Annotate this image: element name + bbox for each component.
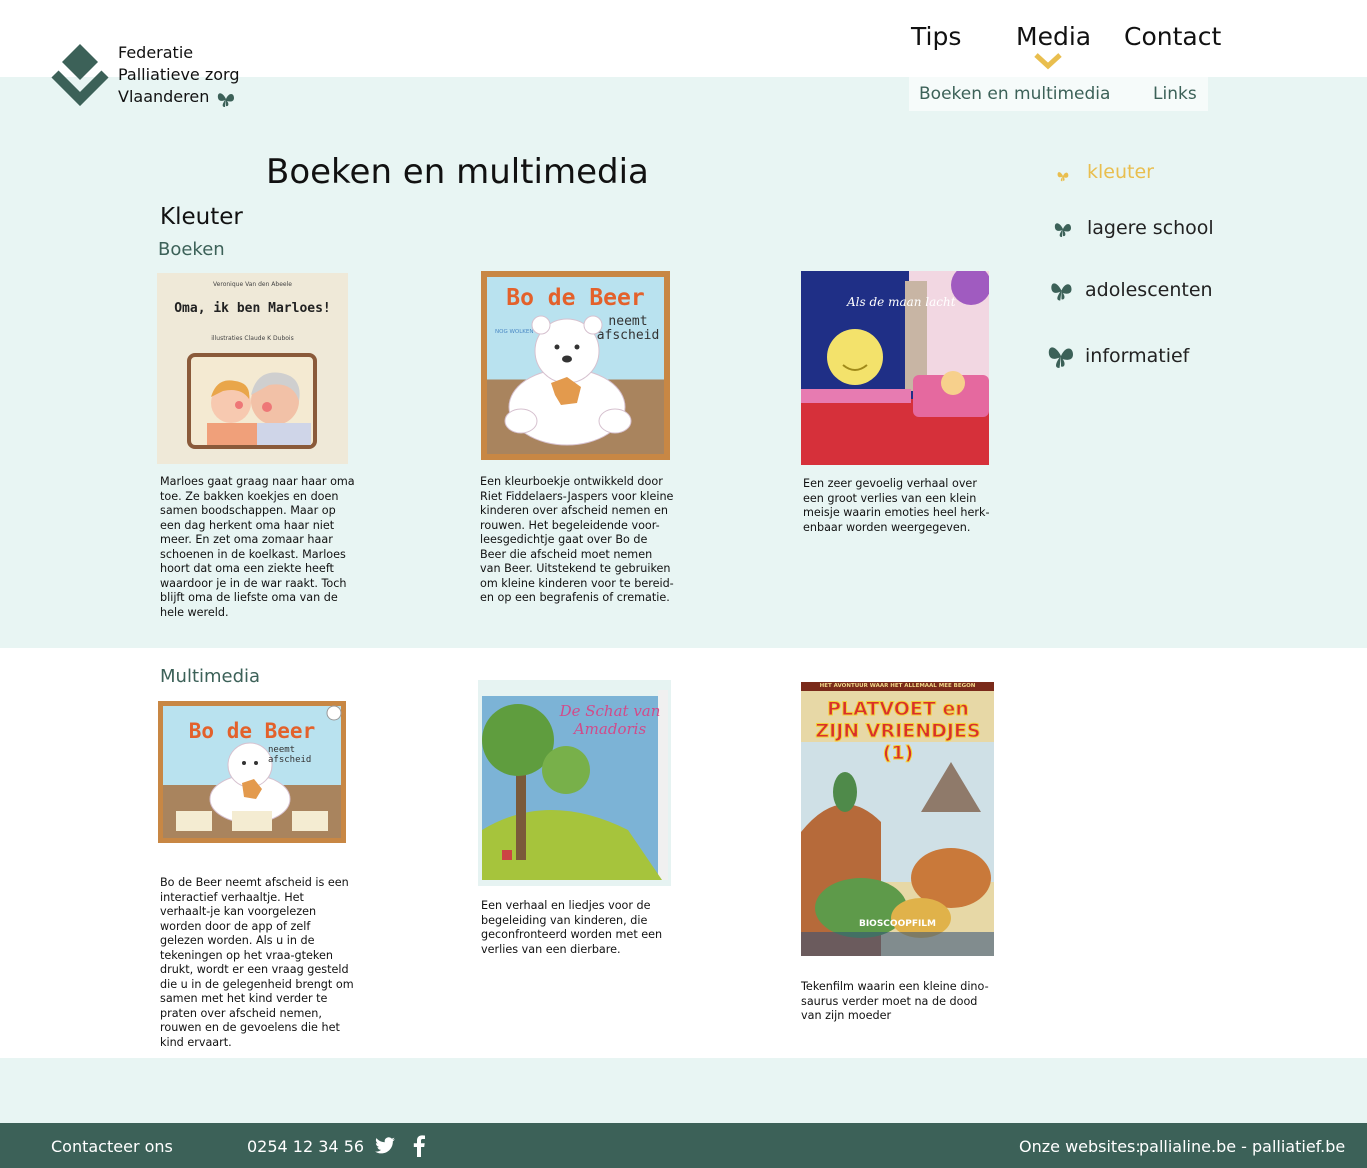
logo-icon[interactable] bbox=[51, 44, 111, 106]
multimedia-description: Een verhaal en liedjes voor de begeleidi… bbox=[481, 899, 663, 956]
brand-line-1: Federatie bbox=[118, 43, 194, 62]
sidebar-item-lagere-icon-wrap bbox=[1053, 220, 1073, 242]
sidebar-item-informatief[interactable]: informatief bbox=[1085, 345, 1189, 367]
book-cover-als-de-maan-lacht[interactable]: Als de maan lacht bbox=[801, 271, 989, 465]
cd-cover-de-schat-van-amadoris[interactable]: De Schat van Amadoris bbox=[478, 680, 671, 886]
sidebar-item-adolescenten-icon-wrap bbox=[1049, 279, 1074, 306]
facebook-icon[interactable] bbox=[413, 1135, 425, 1157]
sidebar-item-kleuter-icon-wrap bbox=[1056, 167, 1070, 186]
nav-tips[interactable]: Tips bbox=[911, 22, 961, 51]
chevron-down-icon bbox=[1034, 53, 1062, 70]
butterfly-icon bbox=[1054, 223, 1071, 237]
footer-phone[interactable]: 0254 12 34 56 bbox=[247, 1137, 364, 1156]
twitter-icon[interactable] bbox=[374, 1137, 396, 1155]
app-cover-bo-de-beer[interactable]: Bo de Beer neemt afscheid bbox=[158, 701, 346, 843]
sidebar-item-kleuter[interactable]: kleuter bbox=[1087, 161, 1154, 183]
subnav-books-multimedia[interactable]: Boeken en multimedia bbox=[919, 84, 1110, 104]
cover-title: PLATVOET en ZIJN VRIENDJES (1) bbox=[815, 698, 981, 765]
butterfly-icon bbox=[1051, 283, 1072, 301]
footer-websites-links[interactable]: pallialine.be - palliatief.be bbox=[1139, 1137, 1345, 1156]
cover-illustration bbox=[504, 315, 632, 446]
page-title: Boeken en multimedia bbox=[266, 152, 649, 192]
butterfly-icon bbox=[217, 93, 234, 107]
butterfly-icon bbox=[1057, 172, 1069, 182]
cover-title: De Schat van Amadoris bbox=[559, 702, 661, 738]
cover-title: Als de maan lacht bbox=[847, 295, 956, 309]
multimedia-description: Tekenfilm waarin een kleine dino-saurus … bbox=[801, 980, 989, 1022]
multimedia-heading: Multimedia bbox=[160, 666, 261, 687]
cover-badge: BIOSCOOPFILM bbox=[858, 919, 937, 929]
sidebar-item-informatief-icon-wrap bbox=[1046, 342, 1076, 374]
book-description: Marloes gaat graag naar haar oma toe. Ze… bbox=[160, 475, 355, 619]
sidebar-item-adolescenten[interactable]: adolescenten bbox=[1085, 279, 1213, 301]
book-description: Een kleurboekje ontwikkeld door Riet Fid… bbox=[480, 475, 674, 604]
section-title: Kleuter bbox=[160, 204, 243, 230]
sidebar-item-lagere-school[interactable]: lagere school bbox=[1087, 217, 1214, 239]
nav-contact[interactable]: Contact bbox=[1124, 22, 1221, 51]
book-cover-oma-ik-ben-marloes[interactable]: Veronique Van den Abeele Oma, ik ben Mar… bbox=[157, 273, 348, 464]
brand-line-2: Palliatieve zorg bbox=[118, 65, 240, 84]
books-heading: Boeken bbox=[158, 239, 225, 260]
multimedia-description: Bo de Beer neemt afscheid is een interac… bbox=[160, 876, 354, 1049]
butterfly-icon bbox=[1048, 347, 1073, 368]
cover-subtitle: neemt afscheid bbox=[268, 745, 312, 765]
dvd-cover-platvoet[interactable]: HET AVONTUUR WAAR HET ALLEMAAL MEE BEGON… bbox=[801, 682, 994, 956]
footer-contact-link[interactable]: Contacteer ons bbox=[51, 1137, 173, 1156]
footer-websites-label: Onze websites: bbox=[1019, 1137, 1141, 1156]
pre-footer-band bbox=[0, 1058, 1367, 1123]
subnav-links[interactable]: Links bbox=[1153, 84, 1197, 104]
nav-media[interactable]: Media bbox=[1016, 22, 1091, 51]
book-cover-bo-de-beer[interactable]: Bo de Beer neemt afscheid NOG WOLKEN bbox=[481, 271, 670, 460]
cover-title: Bo de Beer bbox=[188, 719, 316, 743]
book-description: Een zeer gevoelig verhaal over een groot… bbox=[803, 477, 990, 534]
cover-illustration bbox=[187, 353, 317, 449]
